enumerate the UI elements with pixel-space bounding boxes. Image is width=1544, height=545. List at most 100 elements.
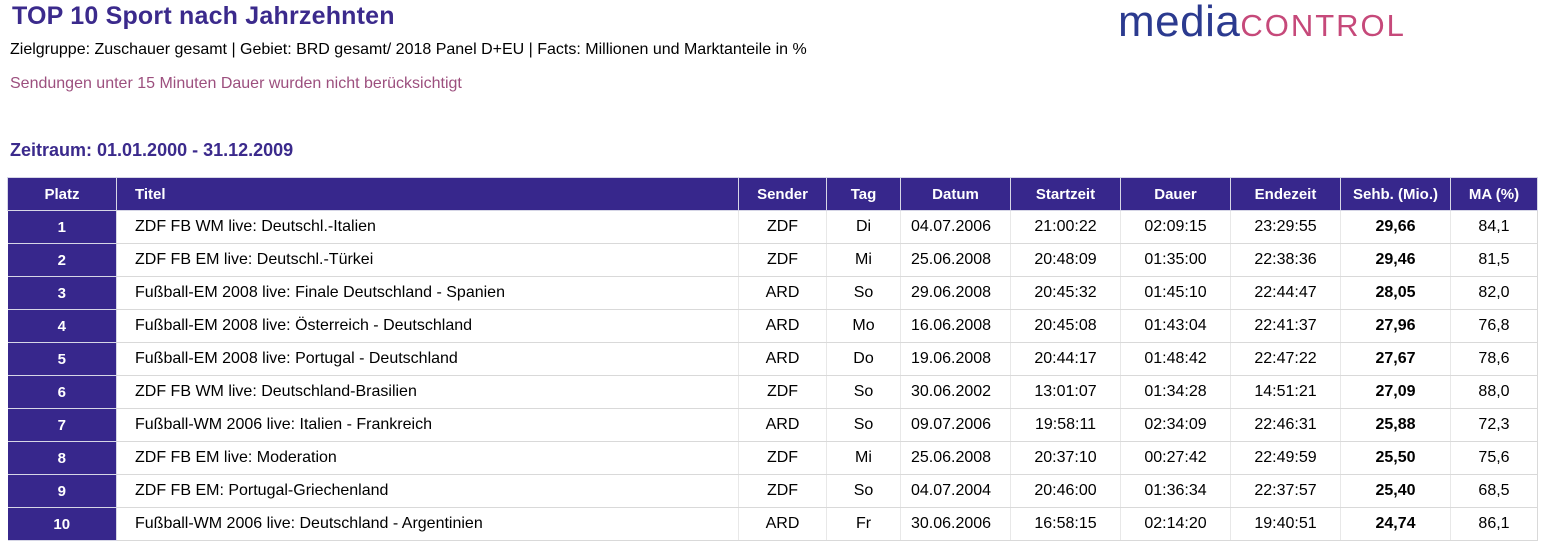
table-row: 3 Fußball-EM 2008 live: Finale Deutschlan…: [7, 276, 1538, 310]
cell-platz: 2: [7, 243, 117, 277]
cell-dauer: 01:36:34: [1120, 474, 1231, 508]
cell-startzeit: 21:00:22: [1010, 210, 1121, 244]
cell-ma: 78,6: [1450, 342, 1538, 376]
cell-sender: ZDF: [738, 474, 827, 508]
cell-endezeit: 22:37:57: [1230, 474, 1341, 508]
cell-sehb: 27,96: [1340, 309, 1451, 343]
cell-platz: 1: [7, 210, 117, 244]
cell-startzeit: 20:46:00: [1010, 474, 1121, 508]
cell-sehb: 25,88: [1340, 408, 1451, 442]
cell-datum: 30.06.2006: [900, 507, 1011, 541]
header-datum[interactable]: Datum: [900, 177, 1011, 211]
header-startzeit[interactable]: Startzeit: [1010, 177, 1121, 211]
cell-startzeit: 20:44:17: [1010, 342, 1121, 376]
cell-sehb: 25,50: [1340, 441, 1451, 475]
cell-sender: ARD: [738, 309, 827, 343]
cell-ma: 75,6: [1450, 441, 1538, 475]
cell-platz: 6: [7, 375, 117, 409]
cell-dauer: 02:34:09: [1120, 408, 1231, 442]
cell-dauer: 02:09:15: [1120, 210, 1231, 244]
period-label: Zeitraum: 01.01.2000 - 31.12.2009: [10, 140, 294, 160]
cell-startzeit: 20:48:09: [1010, 243, 1121, 277]
cell-ma: 81,5: [1450, 243, 1538, 277]
cell-platz: 4: [7, 309, 117, 343]
cell-tag: Mi: [826, 243, 901, 277]
table-row: 8 ZDF FB EM live: Moderation ZDF Mi 25.06.20…: [7, 441, 1538, 475]
header-sehb[interactable]: Sehb. (Mio.): [1340, 177, 1451, 211]
cell-endezeit: 14:51:21: [1230, 375, 1341, 409]
cell-dauer: 02:14:20: [1120, 507, 1231, 541]
cell-platz: 9: [7, 474, 117, 508]
cell-startzeit: 13:01:07: [1010, 375, 1121, 409]
table-row: 9 ZDF FB EM: Portugal-Griechenland ZDF So 04…: [7, 474, 1538, 508]
cell-tag: Di: [826, 210, 901, 244]
logo-part-media: media: [1118, 0, 1241, 46]
cell-platz: 7: [7, 408, 117, 442]
cell-startzeit: 20:45:08: [1010, 309, 1121, 343]
cell-sender: ZDF: [738, 243, 827, 277]
table-row: 4 Fußball-EM 2008 live: Österreich - Deut…: [7, 309, 1538, 343]
table-row: 7 Fußball-WM 2006 live: Italien - Frankre…: [7, 408, 1538, 442]
cell-sender: ZDF: [738, 441, 827, 475]
cell-dauer: 01:34:28: [1120, 375, 1231, 409]
cell-dauer: 01:45:10: [1120, 276, 1231, 310]
page-title: TOP 10 Sport nach Jahrzehnten: [12, 2, 395, 30]
cell-tag: Mo: [826, 309, 901, 343]
cell-datum: 29.06.2008: [900, 276, 1011, 310]
cell-sehb: 25,40: [1340, 474, 1451, 508]
cell-sehb: 27,67: [1340, 342, 1451, 376]
cell-startzeit: 16:58:15: [1010, 507, 1121, 541]
header-tag[interactable]: Tag: [826, 177, 901, 211]
cell-titel: ZDF FB EM: Portugal-Griechenland: [116, 474, 739, 508]
header-ma[interactable]: MA (%): [1450, 177, 1538, 211]
header-titel[interactable]: Titel: [116, 177, 739, 211]
duration-note: Sendungen unter 15 Minuten Dauer wurden …: [10, 75, 462, 92]
cell-platz: 3: [7, 276, 117, 310]
header-sender[interactable]: Sender: [738, 177, 827, 211]
page-subtitle: Zielgruppe: Zuschauer gesamt | Gebiet: B…: [10, 41, 807, 58]
cell-ma: 86,1: [1450, 507, 1538, 541]
table-header-row: Platz Titel Sender Tag Datum Startzeit D…: [7, 177, 1538, 211]
cell-dauer: 01:48:42: [1120, 342, 1231, 376]
cell-endezeit: 19:40:51: [1230, 507, 1341, 541]
cell-sender: ARD: [738, 408, 827, 442]
cell-ma: 72,3: [1450, 408, 1538, 442]
header-dauer[interactable]: Dauer: [1120, 177, 1231, 211]
cell-sehb: 24,74: [1340, 507, 1451, 541]
cell-endezeit: 22:47:22: [1230, 342, 1341, 376]
cell-dauer: 01:43:04: [1120, 309, 1231, 343]
cell-ma: 84,1: [1450, 210, 1538, 244]
cell-datum: 19.06.2008: [900, 342, 1011, 376]
cell-titel: Fußball-EM 2008 live: Portugal - Deutsch…: [116, 342, 739, 376]
cell-datum: 09.07.2006: [900, 408, 1011, 442]
cell-tag: So: [826, 375, 901, 409]
header-platz[interactable]: Platz: [7, 177, 117, 211]
cell-startzeit: 20:45:32: [1010, 276, 1121, 310]
cell-titel: Fußball-WM 2006 live: Deutschland - Arge…: [116, 507, 739, 541]
cell-tag: Do: [826, 342, 901, 376]
cell-sender: ARD: [738, 276, 827, 310]
cell-sehb: 28,05: [1340, 276, 1451, 310]
cell-sehb: 29,66: [1340, 210, 1451, 244]
cell-sender: ARD: [738, 342, 827, 376]
cell-datum: 04.07.2004: [900, 474, 1011, 508]
cell-titel: Fußball-WM 2006 live: Italien - Frankrei…: [116, 408, 739, 442]
cell-ma: 82,0: [1450, 276, 1538, 310]
cell-dauer: 00:27:42: [1120, 441, 1231, 475]
table-row: 1 ZDF FB WM live: Deutschl.-Italien ZDF Di 0…: [7, 210, 1538, 244]
cell-startzeit: 19:58:11: [1010, 408, 1121, 442]
cell-sender: ZDF: [738, 210, 827, 244]
cell-titel: Fußball-EM 2008 live: Österreich - Deuts…: [116, 309, 739, 343]
table-row: 5 Fußball-EM 2008 live: Portugal - Deutsc…: [7, 342, 1538, 376]
cell-ma: 88,0: [1450, 375, 1538, 409]
cell-startzeit: 20:37:10: [1010, 441, 1121, 475]
cell-datum: 16.06.2008: [900, 309, 1011, 343]
cell-titel: ZDF FB WM live: Deutschland-Brasilien: [116, 375, 739, 409]
cell-titel: Fußball-EM 2008 live: Finale Deutschland…: [116, 276, 739, 310]
cell-sender: ARD: [738, 507, 827, 541]
cell-tag: Mi: [826, 441, 901, 475]
cell-titel: ZDF FB EM live: Moderation: [116, 441, 739, 475]
header-endezeit[interactable]: Endezeit: [1230, 177, 1341, 211]
cell-tag: So: [826, 474, 901, 508]
cell-dauer: 01:35:00: [1120, 243, 1231, 277]
